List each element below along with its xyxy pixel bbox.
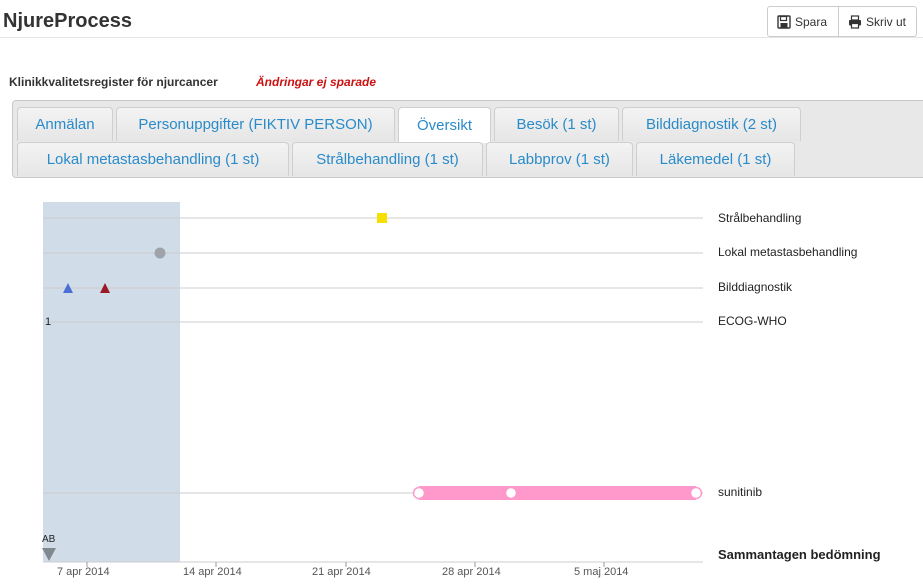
sunitinib-point-end[interactable] xyxy=(689,486,703,500)
timeline-svg xyxy=(42,202,703,567)
row-label-stralbehandling: Strålbehandling xyxy=(718,211,802,225)
tab-besok[interactable]: Besök (1 st) xyxy=(494,107,619,141)
tab-anmalan[interactable]: Anmälan xyxy=(17,107,113,141)
top-bar: NjureProcess Spara Skriv ut xyxy=(0,0,923,38)
tab-oversikt[interactable]: Översikt xyxy=(398,107,491,143)
x-tick-label: 28 apr 2014 xyxy=(442,566,501,578)
tab-lakemedel[interactable]: Läkemedel (1 st) xyxy=(636,142,795,176)
unsaved-notice: Ändringar ej sparade xyxy=(256,75,377,89)
x-tick-label: 5 maj 2014 xyxy=(574,566,629,578)
sunitinib-bar[interactable] xyxy=(419,486,696,500)
ab-label: AB xyxy=(42,534,56,545)
stralbehandling-marker[interactable] xyxy=(377,213,387,223)
tab-personuppgifter[interactable]: Personuppgifter (FIKTIV PERSON) xyxy=(116,107,395,141)
row-label-ecog: ECOG-WHO xyxy=(718,314,787,328)
register-title: Klinikkvalitetsregister för njurcancer xyxy=(9,75,218,89)
floppy-disk-icon xyxy=(777,14,791,29)
save-button[interactable]: Spara xyxy=(767,6,839,37)
timeline-chart: Strålbehandling Lokal metastasbehandling… xyxy=(0,180,923,584)
tab-bilddiagnostik[interactable]: Bilddiagnostik (2 st) xyxy=(622,107,801,141)
print-button[interactable]: Skriv ut xyxy=(839,6,917,37)
save-button-label: Spara xyxy=(795,14,828,29)
sunitinib-point-mid[interactable] xyxy=(504,486,518,500)
lokal-metastas-marker[interactable] xyxy=(154,247,166,259)
tab-labbprov[interactable]: Labbprov (1 st) xyxy=(486,142,633,176)
sunitinib-point-start[interactable] xyxy=(412,486,426,500)
row-label-sunitinib: sunitinib xyxy=(718,485,763,499)
tab-lokal-metastasbehandling[interactable]: Lokal metastasbehandling (1 st) xyxy=(17,142,289,176)
x-tick-label: 14 apr 2014 xyxy=(183,566,242,578)
ecog-value: 1 xyxy=(45,316,52,328)
row-label-bilddiagnostik: Bilddiagnostik xyxy=(718,280,793,294)
tab-stralbehandling[interactable]: Strålbehandling (1 st) xyxy=(292,142,483,176)
x-tick-label: 7 apr 2014 xyxy=(57,566,110,578)
app-title: NjureProcess xyxy=(3,10,132,32)
x-tick-label: 21 apr 2014 xyxy=(312,566,371,578)
printer-icon xyxy=(849,14,861,29)
action-button-group: Spara Skriv ut xyxy=(767,6,917,37)
row-label-lokal-metastas: Lokal metastasbehandling xyxy=(718,245,858,259)
print-button-label: Skriv ut xyxy=(866,14,907,29)
row-label-summary: Sammantagen bedömning xyxy=(718,547,881,562)
